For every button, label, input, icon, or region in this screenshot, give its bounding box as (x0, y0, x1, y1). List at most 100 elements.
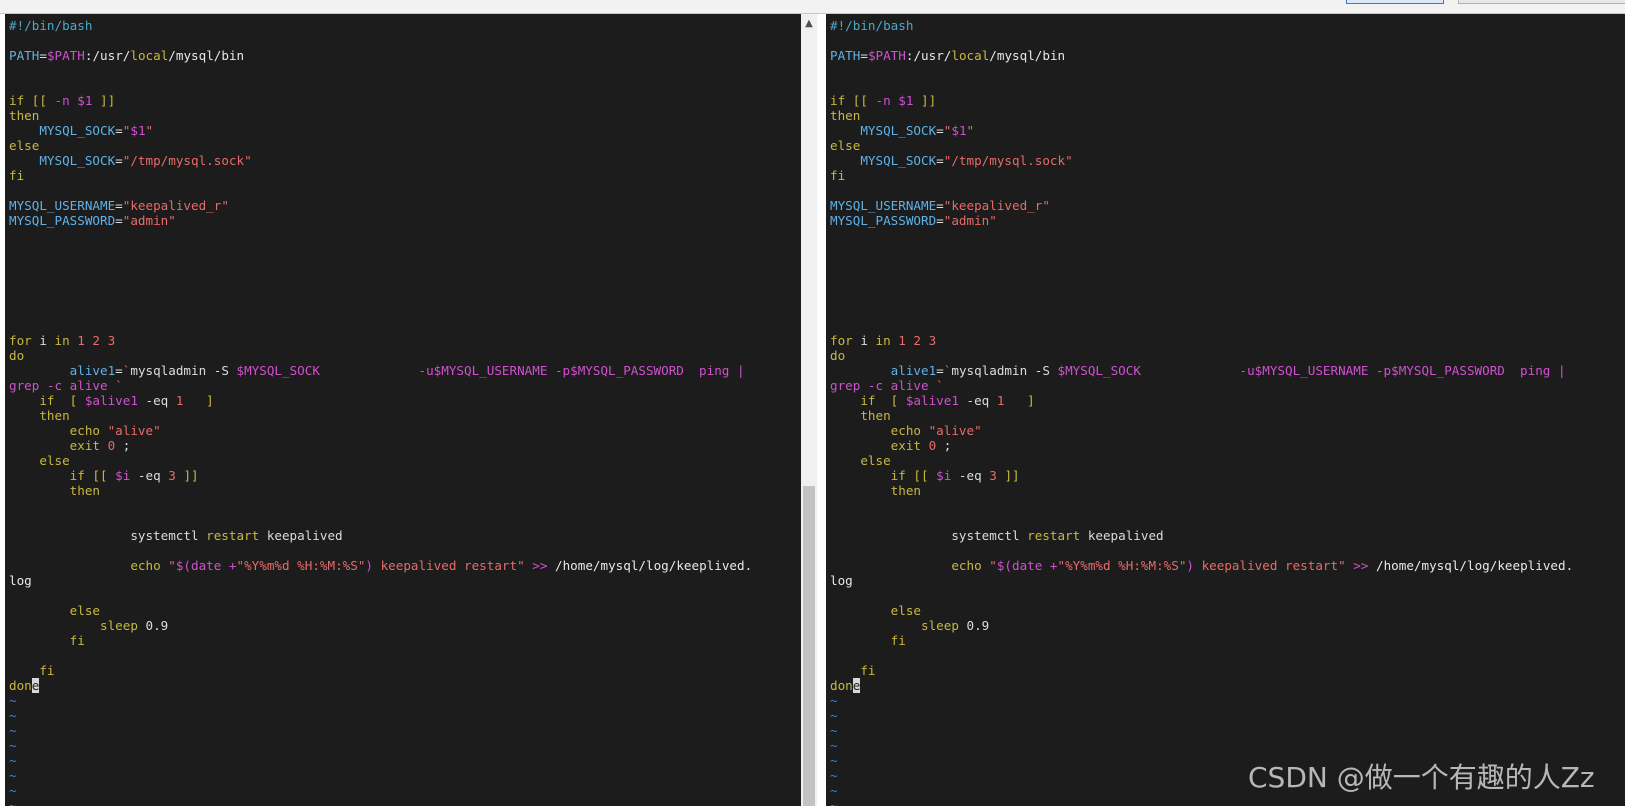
code-line[interactable] (9, 318, 752, 333)
code-line[interactable]: alive1=`mysqladmin -S $MYSQL_SOCK -u$MYS… (830, 363, 1573, 378)
toolbar-button-primary[interactable] (1346, 0, 1444, 4)
code-line[interactable]: grep -c alive ` (830, 378, 1573, 393)
code-line[interactable] (9, 63, 752, 78)
code-line[interactable]: for i in 1 2 3 (9, 333, 752, 348)
code-line[interactable]: fi (9, 663, 752, 678)
code-line[interactable] (9, 588, 752, 603)
code-line[interactable]: else (830, 453, 1573, 468)
code-line[interactable]: exit 0 ; (9, 438, 752, 453)
code-line[interactable]: MYSQL_SOCK="$1" (830, 123, 1573, 138)
code-line[interactable]: for i in 1 2 3 (830, 333, 1573, 348)
code-line[interactable] (9, 228, 752, 243)
code-line[interactable] (830, 318, 1573, 333)
code-line[interactable]: exit 0 ; (830, 438, 1573, 453)
code-line[interactable]: echo "$(date +"%Y%m%d %H:%M:%S") keepali… (9, 558, 752, 573)
code-line[interactable] (830, 498, 1573, 513)
code-line[interactable]: ~ (9, 738, 752, 753)
code-line[interactable] (9, 78, 752, 93)
code-line[interactable]: #!/bin/bash (830, 18, 1573, 33)
code-line[interactable]: ~ (9, 798, 752, 806)
code-line[interactable] (9, 258, 752, 273)
code-line[interactable] (830, 288, 1573, 303)
code-line[interactable]: if [ $alive1 -eq 1 ] (9, 393, 752, 408)
code-line[interactable]: ~ (9, 783, 752, 798)
code-line[interactable]: if [ $alive1 -eq 1 ] (830, 393, 1573, 408)
scroll-up-icon[interactable]: ▲ (801, 16, 817, 32)
code-line[interactable] (9, 498, 752, 513)
code-line[interactable]: ~ (830, 723, 1573, 738)
code-line[interactable]: else (830, 138, 1573, 153)
toolbar-button-secondary[interactable] (1458, 0, 1625, 4)
code-line[interactable] (830, 303, 1573, 318)
code-line[interactable] (9, 543, 752, 558)
code-line[interactable]: MYSQL_SOCK="/tmp/mysql.sock" (830, 153, 1573, 168)
code-line[interactable] (9, 648, 752, 663)
scrollbar-thumb-left[interactable] (803, 486, 815, 806)
code-line[interactable]: systemctl restart keepalived (830, 528, 1573, 543)
code-line[interactable]: if [[ -n $1 ]] (830, 93, 1573, 108)
code-line[interactable]: MYSQL_USERNAME="keepalived_r" (9, 198, 752, 213)
code-line[interactable] (830, 228, 1573, 243)
code-line[interactable]: MYSQL_PASSWORD="admin" (830, 213, 1573, 228)
code-line[interactable]: if [[ $i -eq 3 ]] (9, 468, 752, 483)
code-line[interactable]: do (9, 348, 752, 363)
code-line[interactable]: do (830, 348, 1573, 363)
code-line[interactable]: if [[ $i -eq 3 ]] (830, 468, 1573, 483)
pane-divider[interactable] (817, 14, 826, 806)
code-line[interactable]: ~ (830, 693, 1573, 708)
code-line[interactable]: ~ (9, 768, 752, 783)
code-line[interactable]: else (9, 138, 752, 153)
code-line[interactable] (9, 513, 752, 528)
editor-pane-left[interactable]: #!/bin/bash PATH=$PATH:/usr/local/mysql/b… (5, 14, 801, 806)
code-line[interactable]: PATH=$PATH:/usr/local/mysql/bin (9, 48, 752, 63)
code-line[interactable]: fi (830, 633, 1573, 648)
code-line[interactable]: MYSQL_SOCK="/tmp/mysql.sock" (9, 153, 752, 168)
code-line[interactable] (9, 273, 752, 288)
code-line[interactable]: MYSQL_SOCK="$1" (9, 123, 752, 138)
code-line[interactable]: sleep 0.9 (830, 618, 1573, 633)
code-line[interactable]: then (830, 408, 1573, 423)
code-line[interactable]: #!/bin/bash (9, 18, 752, 33)
code-line[interactable]: echo "alive" (830, 423, 1573, 438)
code-line[interactable]: if [[ -n $1 ]] (9, 93, 752, 108)
code-line[interactable]: fi (9, 633, 752, 648)
code-line[interactable] (830, 33, 1573, 48)
code-line[interactable] (9, 33, 752, 48)
code-line[interactable] (830, 78, 1573, 93)
code-line[interactable]: else (9, 603, 752, 618)
code-line[interactable] (830, 243, 1573, 258)
code-area-left[interactable]: #!/bin/bash PATH=$PATH:/usr/local/mysql/b… (9, 18, 752, 806)
code-line[interactable]: ~ (830, 708, 1573, 723)
code-line[interactable]: MYSQL_USERNAME="keepalived_r" (830, 198, 1573, 213)
code-line[interactable]: then (830, 483, 1573, 498)
code-line[interactable] (830, 258, 1573, 273)
code-line[interactable]: PATH=$PATH:/usr/local/mysql/bin (830, 48, 1573, 63)
code-line[interactable] (830, 543, 1573, 558)
code-line[interactable]: ~ (9, 693, 752, 708)
code-line[interactable]: ~ (9, 708, 752, 723)
code-line[interactable]: grep -c alive ` (9, 378, 752, 393)
code-line[interactable]: ~ (9, 753, 752, 768)
code-line[interactable] (9, 288, 752, 303)
editor-pane-right[interactable]: #!/bin/bash PATH=$PATH:/usr/local/mysql/b… (826, 14, 1625, 806)
code-line[interactable] (830, 588, 1573, 603)
code-line[interactable]: done (9, 678, 752, 693)
code-line[interactable]: done (830, 678, 1573, 693)
code-line[interactable] (9, 183, 752, 198)
code-line[interactable]: then (9, 108, 752, 123)
code-line[interactable]: ~ (830, 738, 1573, 753)
code-line[interactable]: echo "alive" (9, 423, 752, 438)
code-line[interactable] (830, 513, 1573, 528)
code-line[interactable] (9, 243, 752, 258)
code-line[interactable]: ~ (830, 798, 1573, 806)
code-line[interactable]: log (9, 573, 752, 588)
code-line[interactable] (9, 303, 752, 318)
code-line[interactable]: fi (830, 663, 1573, 678)
code-line[interactable]: then (830, 108, 1573, 123)
code-line[interactable]: else (9, 453, 752, 468)
code-line[interactable]: else (830, 603, 1573, 618)
code-line[interactable]: then (9, 408, 752, 423)
code-line[interactable] (830, 183, 1573, 198)
code-line[interactable]: sleep 0.9 (9, 618, 752, 633)
code-line[interactable] (830, 63, 1573, 78)
